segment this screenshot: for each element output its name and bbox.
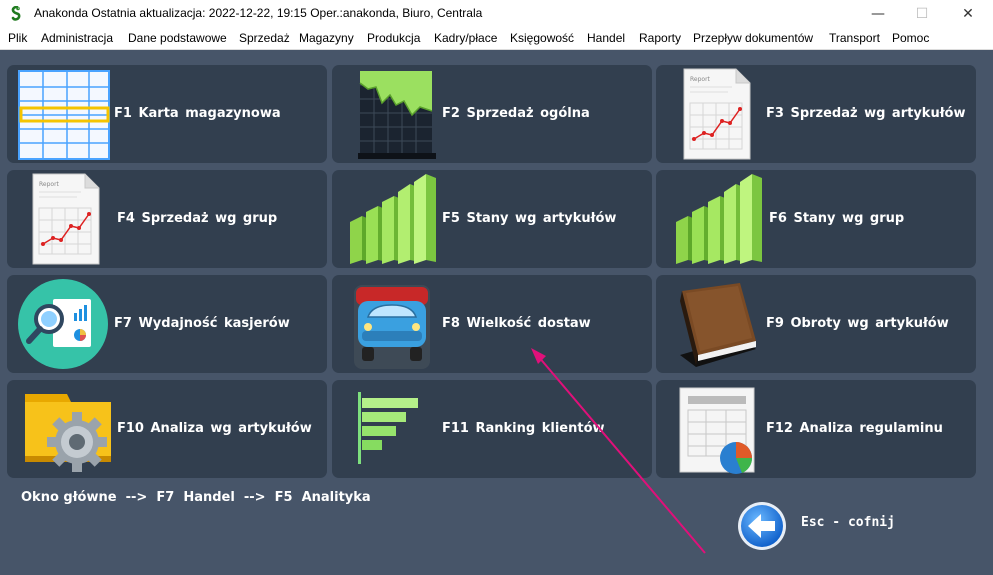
report-document-icon: Report [683,68,751,160]
title-bar: Anakonda Ostatnia aktualizacja: 2022-12-… [0,0,993,28]
gear-folder-icon [25,394,111,472]
menu-ksiegowosc[interactable]: Księgowość [510,31,574,45]
tile-f11-ranking-klientow[interactable]: F11 Ranking klientów [332,380,652,478]
breadcrumb: Okno główne --> F7 Handel --> F5 Anality… [21,490,371,505]
menu-dane-podstawowe[interactable]: Dane podstawowe [128,31,227,45]
report-document-icon: Report [32,173,100,265]
menu-produkcja[interactable]: Produkcja [367,31,420,45]
tile-label: F4 Sprzedaż wg grup [117,211,278,226]
spreadsheet-icon [18,70,110,160]
main-content: F1 Karta magazynowa F2 Sprzedaż ogólna R… [0,50,993,575]
tile-label: F12 Analiza regulaminu [766,421,943,436]
tile-label: F7 Wydajność kasjerów [114,316,290,331]
minimize-button[interactable]: — [855,0,901,28]
spreadsheet-pie-icon [679,387,755,474]
area-chart-icon [358,71,436,159]
back-button[interactable]: Esc - cofnij [737,501,895,551]
svg-text:Report: Report [39,181,60,188]
back-button-label: Esc - cofnij [801,515,895,530]
tile-f9-obroty-wg-artykulow[interactable]: F9 Obroty wg artykułów [656,275,976,373]
maximize-button[interactable]: ☐ [899,0,945,28]
tile-f12-analiza-regulaminu[interactable]: F12 Analiza regulaminu [656,380,976,478]
tile-f3-sprzedaz-wg-artykulow[interactable]: Report F3 Sprzedaż wg artykułów [656,65,976,163]
tile-f2-sprzedaz-ogolna[interactable]: F2 Sprzedaż ogólna [332,65,652,163]
menu-bar: Plik Administracja Dane podstawowe Sprze… [0,28,993,50]
tile-label: F5 Stany wg artykułów [442,211,617,226]
bar-ranking-icon [358,392,418,464]
menu-kadry-place[interactable]: Kadry/płace [434,31,497,45]
snake-logo-icon [11,6,21,21]
menu-magazyny[interactable]: Magazyny [299,31,354,45]
menu-administracja[interactable]: Administracja [41,31,113,45]
tile-label: F11 Ranking klientów [442,421,605,436]
menu-pomoc[interactable]: Pomoc [892,31,929,45]
tile-label: F6 Stany wg grup [769,211,905,226]
menu-sprzedaz[interactable]: Sprzedaż [239,31,290,45]
tile-f5-stany-wg-artykulow[interactable]: F5 Stany wg artykułów [332,170,652,268]
tile-label: F9 Obroty wg artykułów [766,316,949,331]
book-icon [680,283,756,367]
tile-f7-wydajnosc-kasjerow[interactable]: F7 Wydajność kasjerów [7,275,327,373]
green-bars-icon [676,174,762,264]
green-bars-icon [350,174,436,264]
tile-label: F2 Sprzedaż ogólna [442,106,590,121]
truck-icon [354,285,430,369]
tile-f4-sprzedaz-wg-grup[interactable]: Report F4 Sprzedaż wg grup [7,170,327,268]
tile-f1-karta-magazynowa[interactable]: F1 Karta magazynowa [7,65,327,163]
tile-label: F1 Karta magazynowa [114,106,281,121]
back-arrow-icon [738,502,786,550]
tile-f10-analiza-wg-artykulow[interactable]: F10 Analiza wg artykułów [7,380,327,478]
menu-przeplyw-dokumentow[interactable]: Przepływ dokumentów [693,31,813,45]
menu-raporty[interactable]: Raporty [639,31,681,45]
menu-plik[interactable]: Plik [8,31,27,45]
tile-f8-wielkosc-dostaw[interactable]: F8 Wielkość dostaw [332,275,652,373]
tile-label: F8 Wielkość dostaw [442,316,591,331]
tile-label: F10 Analiza wg artykułów [117,421,312,436]
tile-label: F3 Sprzedaż wg artykułów [766,106,966,121]
close-button[interactable]: ✕ [945,0,991,28]
menu-handel[interactable]: Handel [587,31,625,45]
menu-transport[interactable]: Transport [829,31,880,45]
svg-text:Report: Report [690,76,711,83]
tile-f6-stany-wg-grup[interactable]: F6 Stany wg grup [656,170,976,268]
magnifier-analytics-icon [18,279,108,369]
window-title: Anakonda Ostatnia aktualizacja: 2022-12-… [34,6,483,20]
